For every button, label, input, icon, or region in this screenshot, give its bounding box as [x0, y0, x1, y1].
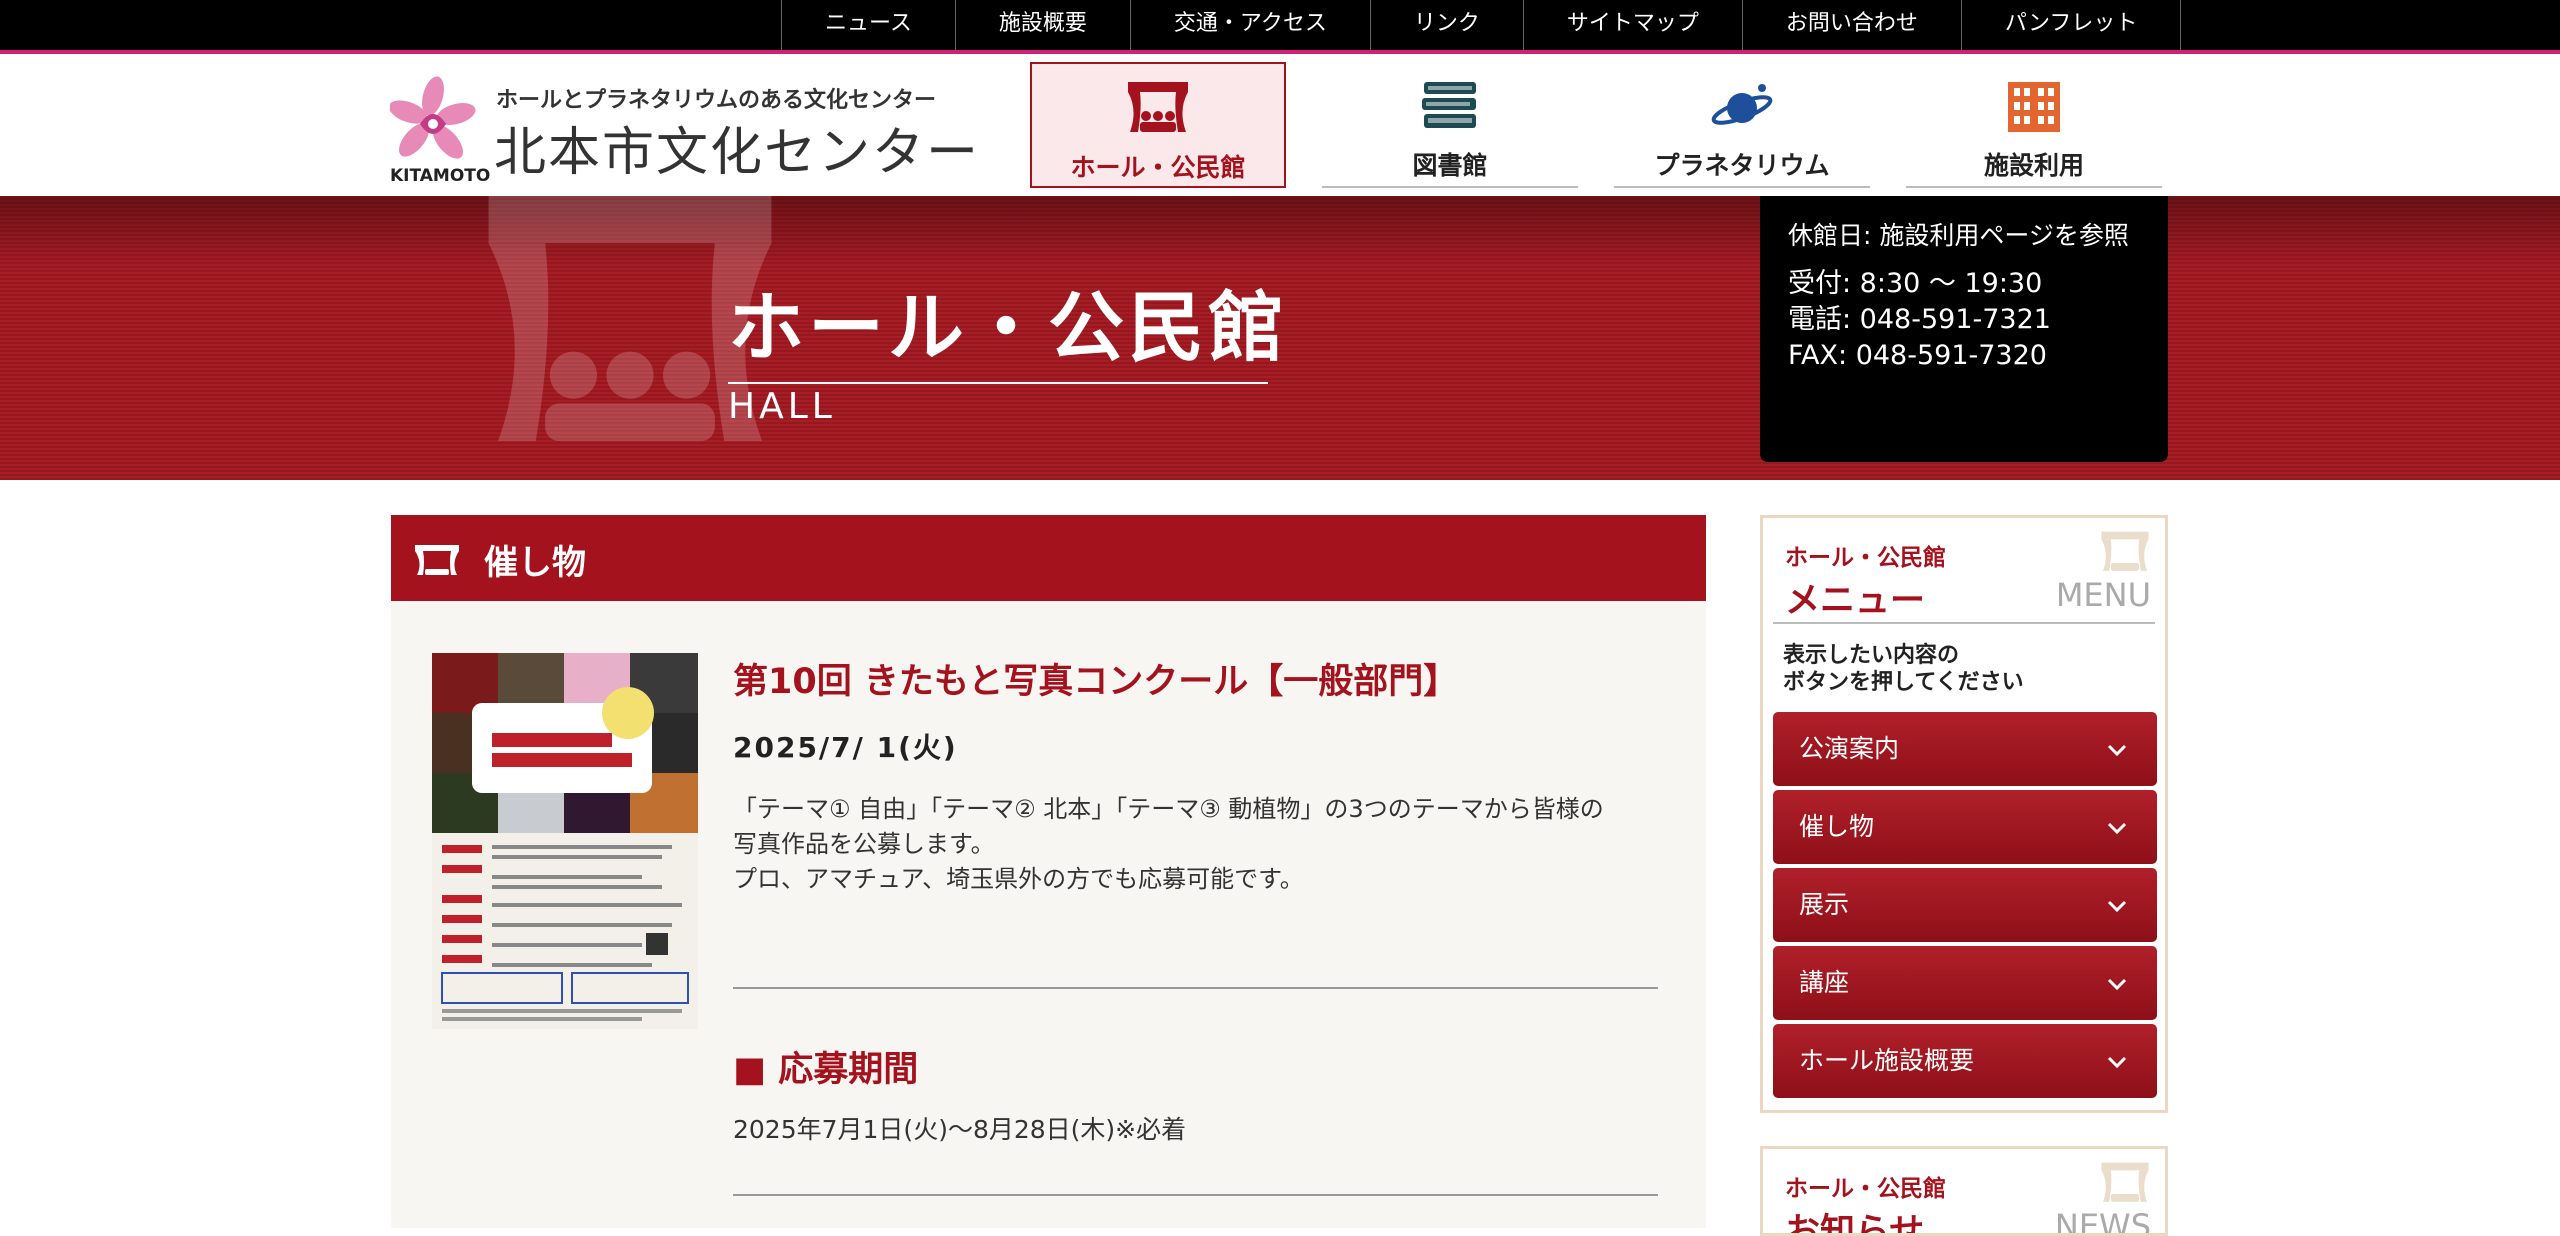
hours-info-box: 休館日: 施設利用ページを参照 受付: 8:30 〜 19:30 電話: 048…: [1760, 196, 2168, 462]
stage-small-icon: [415, 545, 459, 575]
event-title[interactable]: 第10回 きたもと写真コンクール【一般部門】: [733, 653, 1663, 704]
hero-shade: [0, 196, 2560, 266]
main-nav-hall[interactable]: ホール・公民館: [1030, 62, 1286, 188]
main-content: 催し物 第10回 きたもと写真コンクール【一般部門】 2025/7/ 1(火) …: [391, 515, 1706, 1228]
event-description-line: プロ、アマチュア、埼玉県外の方でも応募可能です。: [733, 865, 1304, 893]
main-nav-planetarium-label: プラネタリウム: [1654, 151, 1830, 180]
divider: [733, 1194, 1658, 1196]
main-nav: ホール・公民館 図書館 プラネタリウム 施設利用: [1030, 62, 2162, 188]
divider: [733, 987, 1658, 989]
page-title: ホール・公民館: [728, 266, 1284, 384]
sidebar-title: メニュー: [1785, 581, 1926, 621]
section-header: 催し物: [391, 515, 1706, 601]
top-nav-news[interactable]: ニュース: [781, 0, 955, 50]
event-description-line: 「テーマ① 自由」「テーマ② 北本」「テーマ③ 動植物」の3つのテーマから皆様の: [733, 795, 1604, 823]
logo-name: 北本市文化センター: [494, 123, 981, 183]
top-nav: ニュース 施設概要 交通・アクセス リンク サイトマップ お問い合わせ パンフレ…: [781, 0, 2182, 50]
stage-corner-icon: [2101, 1162, 2149, 1202]
sidebar-menu: ホール・公民館 メニュー MENU 表示したい内容の ボタンを押してください 公…: [1760, 515, 2168, 1113]
sidebar-item-label: 講座: [1799, 968, 1850, 997]
main-nav-facility[interactable]: 施設利用: [1906, 62, 2162, 188]
top-bar: ニュース 施設概要 交通・アクセス リンク サイトマップ お問い合わせ パンフレ…: [0, 0, 2560, 54]
sidebar-divider: [1773, 622, 2155, 624]
sidebar-item-label: 公演案内: [1799, 734, 1900, 763]
news-title-en: NEWS: [2054, 1207, 2151, 1236]
top-nav-overview[interactable]: 施設概要: [954, 0, 1130, 50]
main-nav-library-label: 図書館: [1412, 151, 1488, 180]
planet-icon: [1711, 84, 1773, 125]
main-nav-library[interactable]: 図書館: [1322, 62, 1578, 188]
books-icon: [1422, 82, 1476, 128]
hero-banner: ホール・公民館 HALL 休館日: 施設利用ページを参照 受付: 8:30 〜 …: [0, 196, 2560, 480]
event-description: 「テーマ① 自由」「テーマ② 北本」「テーマ③ 動植物」の3つのテーマから皆様の…: [733, 792, 1663, 897]
sidebar-news: ホール・公民館 お知らせ NEWS: [1760, 1146, 2168, 1236]
event-poster-image[interactable]: [432, 653, 698, 1029]
sidebar-help-line: ボタンを押してください: [1783, 670, 2024, 695]
event-detail: 第10回 きたもと写真コンクール【一般部門】 2025/7/ 1(火) 「テーマ…: [733, 653, 1663, 1196]
poster-graphic: [432, 653, 698, 1029]
news-kicker: ホール・公民館: [1785, 1176, 1946, 1202]
flower-logo-icon: [390, 76, 476, 159]
top-nav-access[interactable]: 交通・アクセス: [1129, 0, 1370, 50]
event-date: 2025/7/ 1(火): [733, 731, 958, 764]
chevron-down-icon: [2107, 1056, 2127, 1069]
application-period-text: 2025年7月1日(火)〜8月28日(木)※必着: [733, 1115, 1187, 1144]
reception-hours: 受付: 8:30 〜 19:30: [1788, 268, 2043, 299]
logo-en: KITAMOTO: [390, 166, 491, 186]
site-logo[interactable]: ホールとプラネタリウムのある文化センター 北本市文化センター KITAMOTO: [390, 66, 990, 190]
sidebar-item-hall-overview[interactable]: ホール施設概要: [1773, 1024, 2157, 1098]
page-title-en: HALL: [728, 386, 836, 427]
sidebar-kicker: ホール・公民館: [1785, 545, 1946, 571]
sidebar-item-courses[interactable]: 講座: [1773, 946, 2157, 1020]
section-title: 催し物: [484, 543, 586, 583]
stage-icon: [1128, 82, 1188, 132]
sidebar-title-en: MENU: [2055, 576, 2151, 614]
sidebar-item-label: 展示: [1799, 890, 1850, 919]
building-icon: [2008, 82, 2060, 132]
top-nav-sitemap[interactable]: サイトマップ: [1522, 0, 1742, 50]
sidebar-help-line: 表示したい内容の: [1783, 643, 1960, 668]
top-nav-links[interactable]: リンク: [1369, 0, 1523, 50]
chevron-down-icon: [2107, 900, 2127, 913]
main-nav-planetarium[interactable]: プラネタリウム: [1614, 62, 1870, 188]
news-title: お知らせ: [1785, 1212, 1925, 1236]
closed-days: 休館日: 施設利用ページを参照: [1788, 221, 2129, 250]
sidebar-help-text: 表示したい内容の ボタンを押してください: [1783, 642, 2024, 696]
site-header: ホールとプラネタリウムのある文化センター 北本市文化センター KITAMOTO …: [0, 58, 2560, 196]
event-description-line: 写真作品を公募します。: [733, 830, 995, 858]
main-nav-hall-label: ホール・公民館: [1070, 153, 1246, 182]
chevron-down-icon: [2107, 744, 2127, 757]
main-nav-facility-label: 施設利用: [1983, 151, 2084, 180]
chevron-down-icon: [2107, 978, 2127, 991]
fax-number: FAX: 048-591-7320: [1788, 340, 2047, 371]
stage-corner-icon: [2101, 531, 2149, 571]
top-nav-contact[interactable]: お問い合わせ: [1741, 0, 1961, 50]
application-period-heading: ■ 応募期間: [733, 1050, 919, 1090]
sidebar-item-label: ホール施設概要: [1799, 1046, 1975, 1075]
sidebar-item-label: 催し物: [1799, 812, 1875, 841]
sidebar-item-performances[interactable]: 公演案内: [1773, 712, 2157, 786]
phone-number: 電話: 048-591-7321: [1788, 304, 2051, 335]
sidebar-item-events[interactable]: 催し物: [1773, 790, 2157, 864]
sidebar-item-exhibitions[interactable]: 展示: [1773, 868, 2157, 942]
top-nav-pamphlet[interactable]: パンフレット: [1960, 0, 2182, 50]
chevron-down-icon: [2107, 822, 2127, 835]
